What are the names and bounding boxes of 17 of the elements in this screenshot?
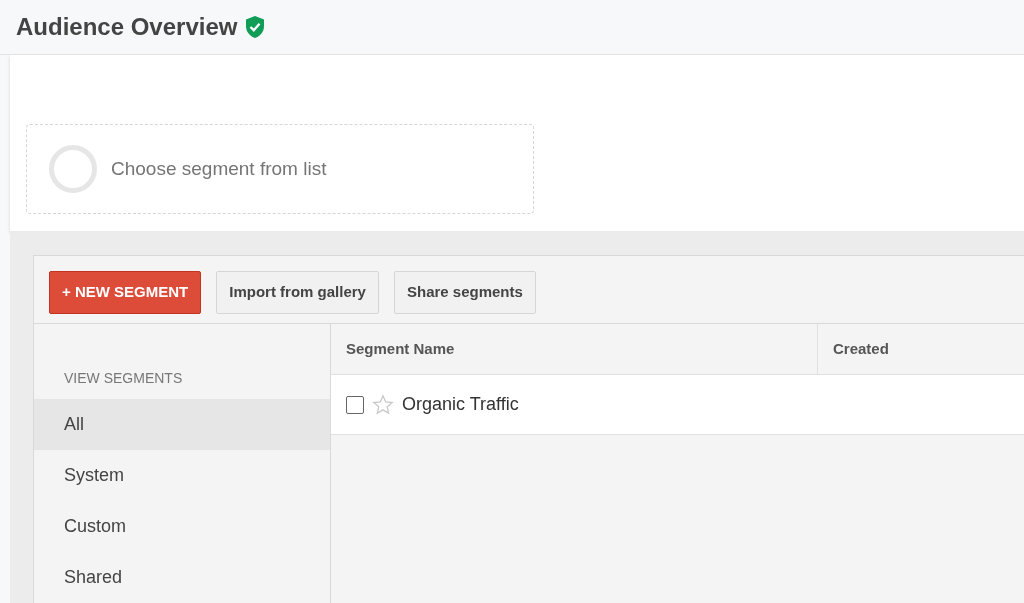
column-header[interactable]: Segment Name [331, 324, 818, 374]
sidebar-item[interactable]: All [34, 399, 330, 450]
toolbar-button[interactable]: + NEW SEGMENT [49, 271, 202, 314]
toolbar-button[interactable]: Import from gallery [216, 271, 379, 314]
page-title: Audience Overview [16, 12, 238, 42]
segment-name[interactable]: Organic Traffic [402, 391, 519, 418]
sidebar-heading: VIEW SEGMENTS [63, 369, 184, 388]
row-checkbox[interactable] [346, 395, 364, 414]
sidebar-item[interactable]: Custom [34, 501, 330, 552]
column-header[interactable]: Created [818, 324, 904, 374]
sidebar-item[interactable]: Shared [34, 552, 330, 603]
sidebar-item[interactable]: System [34, 450, 330, 501]
ring-icon [49, 145, 97, 193]
slot-label: Choose segment from list [111, 156, 327, 181]
star-icon[interactable] [372, 393, 394, 416]
segment-slot[interactable]: Choose segment from list [26, 124, 534, 214]
toolbar-button[interactable]: Share segments [393, 271, 536, 314]
